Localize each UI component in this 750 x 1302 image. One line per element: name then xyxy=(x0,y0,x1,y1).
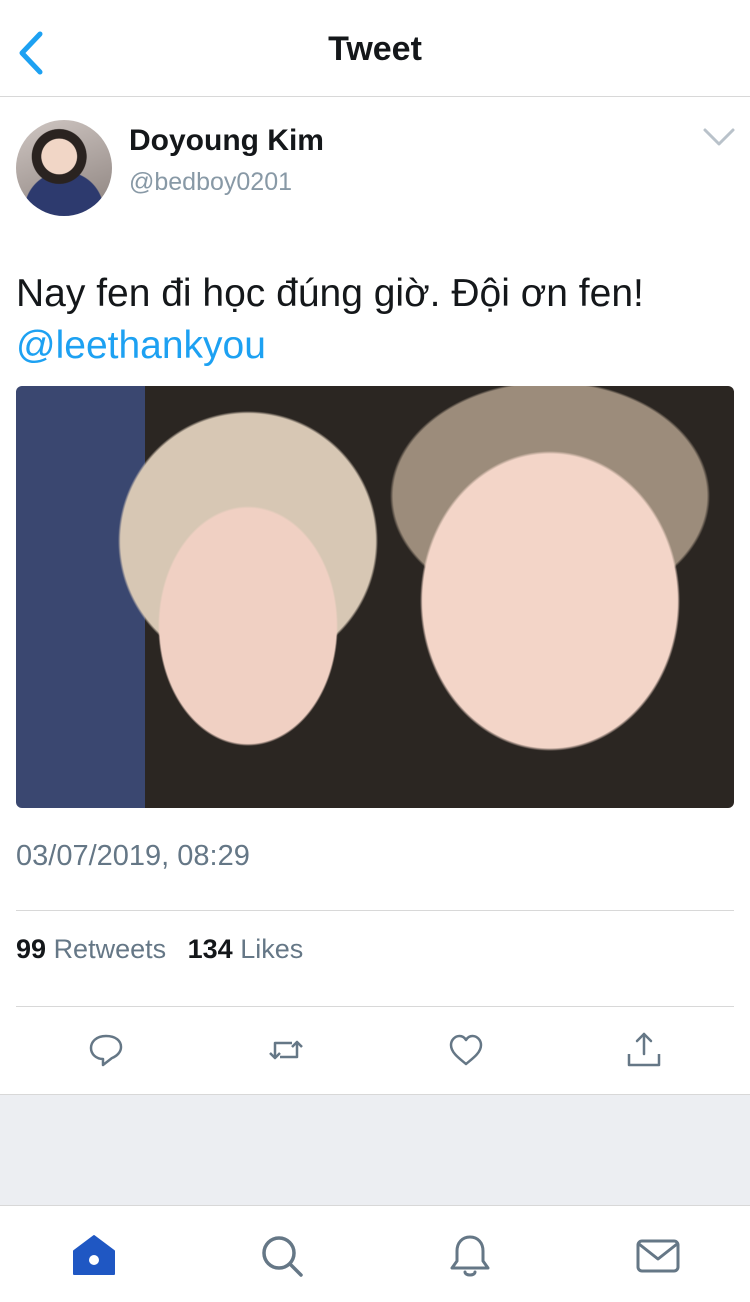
retweet-label: Retweets xyxy=(53,934,167,964)
mention-link[interactable]: @leethankyou xyxy=(16,324,266,367)
retweets-stat[interactable]: 99 Retweets xyxy=(16,934,166,964)
divider xyxy=(16,910,734,911)
tab-home[interactable] xyxy=(70,1232,118,1280)
author-handle[interactable]: @bedboy0201 xyxy=(129,168,292,197)
tweet-stats: 99 Retweets 134 Likes xyxy=(16,934,317,965)
tab-notifications[interactable] xyxy=(446,1232,494,1280)
author-name[interactable]: Doyoung Kim xyxy=(129,124,324,158)
home-icon xyxy=(73,1235,115,1275)
tweet-timestamp: 03/07/2019, 08:29 xyxy=(16,840,250,872)
more-options-button[interactable] xyxy=(702,124,736,150)
retweet-icon xyxy=(269,1040,303,1060)
retweet-button[interactable] xyxy=(266,1030,306,1070)
divider xyxy=(16,1006,734,1007)
chevron-down-icon xyxy=(703,128,735,146)
empty-area xyxy=(0,1094,750,1206)
retweet-count: 99 xyxy=(16,934,47,964)
tab-bar xyxy=(0,1206,750,1302)
reply-icon xyxy=(89,1034,123,1067)
share-icon xyxy=(627,1032,661,1067)
search-icon xyxy=(262,1236,303,1277)
tweet-text: Nay fen đi học đúng giờ. Đội ơn fen! @le… xyxy=(16,268,734,372)
avatar[interactable] xyxy=(16,120,112,216)
messages-icon xyxy=(636,1239,680,1273)
like-label: Likes xyxy=(240,934,304,964)
likes-stat[interactable]: 134 Likes xyxy=(188,934,304,964)
nav-bar: Tweet xyxy=(0,0,750,97)
notifications-icon xyxy=(450,1235,490,1277)
share-button[interactable] xyxy=(624,1030,664,1070)
tweet-photo[interactable] xyxy=(16,386,734,808)
like-count: 134 xyxy=(187,934,233,964)
like-icon xyxy=(449,1034,483,1066)
tab-search[interactable] xyxy=(258,1232,306,1280)
reply-button[interactable] xyxy=(86,1030,126,1070)
tab-messages[interactable] xyxy=(634,1232,682,1280)
tweet-body: Nay fen đi học đúng giờ. Đội ơn fen! xyxy=(16,272,644,315)
page-title: Tweet xyxy=(328,30,422,68)
like-button[interactable] xyxy=(446,1030,486,1070)
